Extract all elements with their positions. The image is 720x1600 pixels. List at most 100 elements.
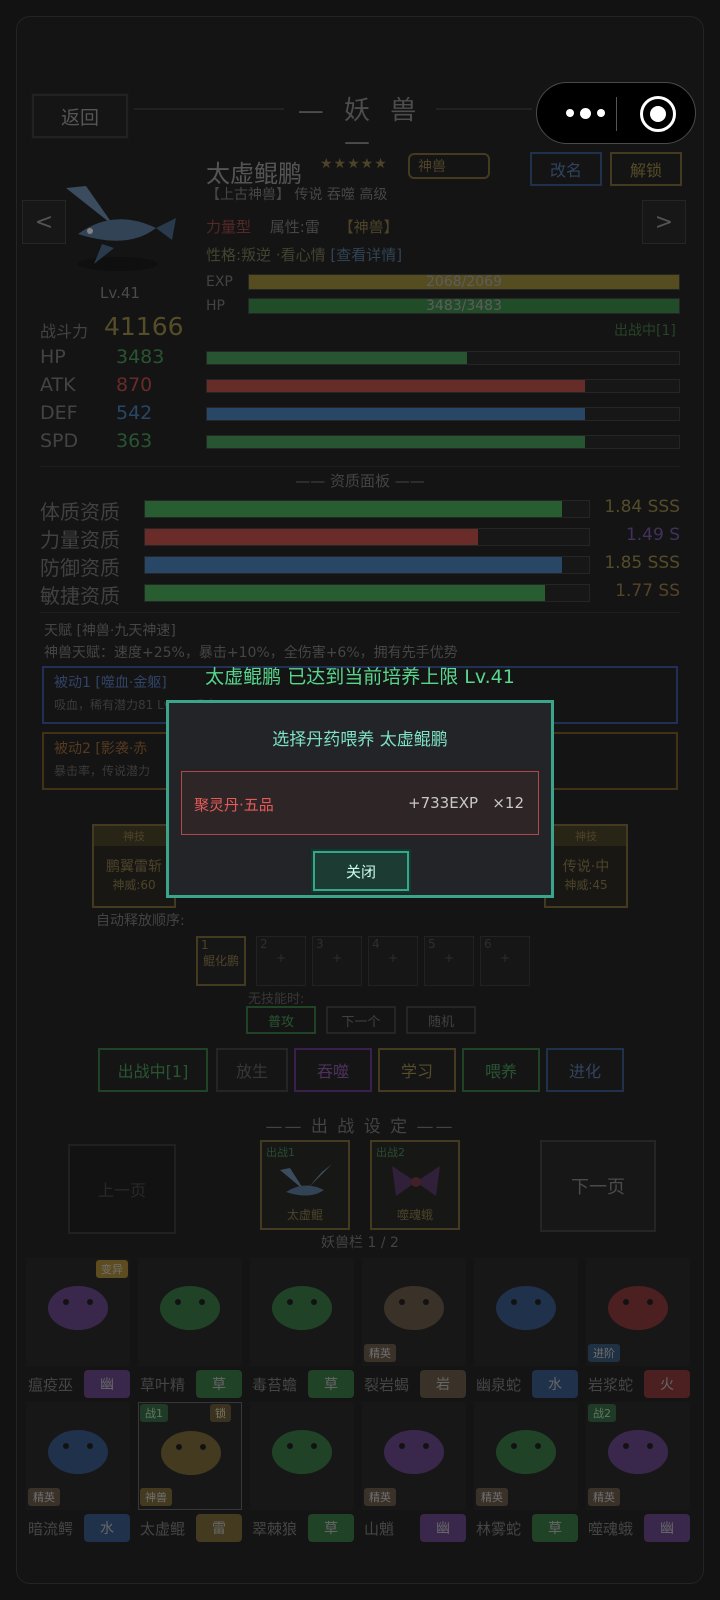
element-badge: 岩 — [420, 1370, 466, 1398]
skill-name: 传说·中 — [562, 859, 610, 875]
pet-name: 翠棘狼 — [252, 1520, 298, 1538]
quality-bar — [144, 556, 590, 574]
plus-icon: + — [387, 951, 399, 965]
stat-value: 870 — [116, 374, 153, 396]
quality-value: 1.85 SSS — [604, 553, 680, 573]
pet-name: 草叶精 — [140, 1376, 186, 1394]
plus-icon: + — [443, 951, 455, 965]
feed-button[interactable]: 喂养 — [462, 1048, 540, 1092]
pet-card[interactable] — [474, 1258, 578, 1366]
feed-modal: 选择丹药喂养 太虚鲲鹏 聚灵丹·五品 +733EXP ×12 关闭 — [166, 700, 554, 898]
release-button[interactable]: 放生 — [216, 1048, 288, 1092]
skill-slot[interactable]: 4 + — [368, 936, 418, 986]
devour-button[interactable]: 吞噬 — [294, 1048, 372, 1092]
detail-link[interactable]: [查看详情] — [330, 246, 402, 264]
slot-num: 3 — [316, 937, 324, 951]
prev-page-button[interactable]: 上一页 — [68, 1144, 176, 1234]
medicine-exp-value: +733EXP — [408, 794, 479, 812]
slot-name: 鲲化鹏 — [202, 954, 239, 968]
element-badge: 草 — [308, 1514, 354, 1542]
pet-name: 裂岩蝎 — [364, 1376, 410, 1394]
battle-slot-tag: 出战1 — [266, 1146, 295, 1159]
skill-card-left[interactable]: 神技 鹏翼雷斩 神威:60 — [92, 824, 176, 908]
quality-label: 敏捷资质 — [40, 584, 120, 608]
fallback-next-option[interactable]: 下一个 — [326, 1006, 396, 1034]
pet-name: 太虚鲲 — [140, 1520, 186, 1538]
pet-card[interactable] — [138, 1258, 242, 1366]
pet-badge: 精英 — [476, 1488, 508, 1506]
skill-slot-1[interactable]: 1 鲲化鹏 — [196, 936, 246, 986]
battle-slot-name: 太虚鲲 — [286, 1208, 323, 1222]
next-pet-button[interactable]: > — [642, 200, 686, 244]
more-menu-icon[interactable] — [557, 101, 613, 125]
pet-attributes: 力量型 属性:雷 【神兽】 — [206, 216, 413, 237]
personality: 性格:叛逆 — [206, 246, 272, 264]
exp-bar: 2068/2069 — [248, 274, 680, 290]
element-badge: 水 — [84, 1514, 130, 1542]
lock-tag: 锁 — [210, 1404, 231, 1422]
auto-order-label: 自动释放顺序: — [96, 913, 185, 929]
battle-slot-2[interactable]: 出战2 噬魂蛾 — [370, 1140, 460, 1230]
slot-num: 5 — [428, 937, 436, 951]
next-page-button[interactable]: 下一页 — [540, 1140, 656, 1232]
pet-badge: 神兽 — [140, 1488, 172, 1506]
unlock-button[interactable]: 解锁 — [610, 152, 682, 186]
quality-label: 力量资质 — [40, 528, 120, 552]
skill-power: 神威:45 — [564, 878, 608, 892]
close-button[interactable]: 关闭 — [311, 849, 411, 893]
deploy-status: 出战中[1] — [614, 323, 676, 339]
element-badge: 雷 — [196, 1514, 242, 1542]
stat-value: 542 — [116, 402, 153, 424]
element-badge: 草 — [196, 1370, 242, 1398]
battle-title: —— 出 战 设 定 —— — [265, 1117, 455, 1137]
rename-button[interactable]: 改名 — [530, 152, 602, 186]
element-badge: 草 — [532, 1514, 578, 1542]
pet-name: 暗流鳄 — [28, 1520, 74, 1538]
pet-icon — [384, 1430, 444, 1474]
pet-name: 岩浆蛇 — [588, 1376, 634, 1394]
hp-label: HP — [206, 298, 225, 314]
medicine-option[interactable]: 聚灵丹·五品 +733EXP ×12 — [181, 771, 539, 835]
pet-portrait — [56, 168, 180, 276]
fallback-attack-option[interactable]: 普攻 — [246, 1006, 316, 1034]
evolve-button[interactable]: 进化 — [546, 1048, 624, 1092]
battle-slot-1[interactable]: 出战1 太虚鲲 — [260, 1140, 350, 1230]
back-button[interactable]: 返回 — [31, 93, 129, 139]
element-badge: 火 — [644, 1370, 690, 1398]
quality-value: 1.84 SSS — [604, 497, 680, 517]
quality-bar — [144, 500, 590, 518]
skill-slot[interactable]: 5 + — [424, 936, 474, 986]
skill-card-right[interactable]: 神技 传说·中 神威:45 — [544, 824, 628, 908]
pet-card[interactable] — [250, 1258, 354, 1366]
pet-subtitle: 【上古神兽】 传说 吞噬 高级 — [206, 187, 388, 203]
element-badge: 幽 — [420, 1514, 466, 1542]
plus-icon: + — [499, 951, 511, 965]
pet-name: 幽泉蛇 — [476, 1376, 522, 1394]
skill-slot[interactable]: 3 + — [312, 936, 362, 986]
title-line-left — [134, 108, 284, 110]
stat-bar — [206, 351, 680, 365]
fallback-random-option[interactable]: 随机 — [406, 1006, 476, 1034]
element-badge: 幽 — [644, 1514, 690, 1542]
pet-card[interactable] — [250, 1402, 354, 1510]
stat-label: SPD — [40, 430, 79, 452]
learn-button[interactable]: 学习 — [378, 1048, 456, 1092]
pet-name: 毒苔蟾 — [252, 1376, 298, 1394]
skill-tag: 神技 — [546, 826, 626, 846]
hp-bar: 3483/3483 — [248, 298, 680, 314]
talent-title: 天赋 [神兽·九天神速] — [44, 623, 176, 639]
pet-icon — [160, 1286, 220, 1330]
pet-icon — [496, 1286, 556, 1330]
pet-badge: 精英 — [364, 1344, 396, 1362]
pet-badge: 精英 — [364, 1488, 396, 1506]
pet-badge: 精英 — [28, 1488, 60, 1506]
rank-badge: 神兽 — [408, 153, 490, 179]
skill-slot[interactable]: 6 + — [480, 936, 530, 986]
miniprogram-capsule — [536, 82, 696, 144]
skill-slot[interactable]: 2 + — [256, 936, 306, 986]
close-miniprogram-icon[interactable] — [640, 96, 676, 132]
slot-num: 6 — [484, 937, 492, 951]
modal-title: 选择丹药喂养 太虚鲲鹏 — [272, 730, 448, 750]
divider — [40, 466, 680, 467]
deploy-button[interactable]: 出战中[1] — [98, 1048, 208, 1092]
